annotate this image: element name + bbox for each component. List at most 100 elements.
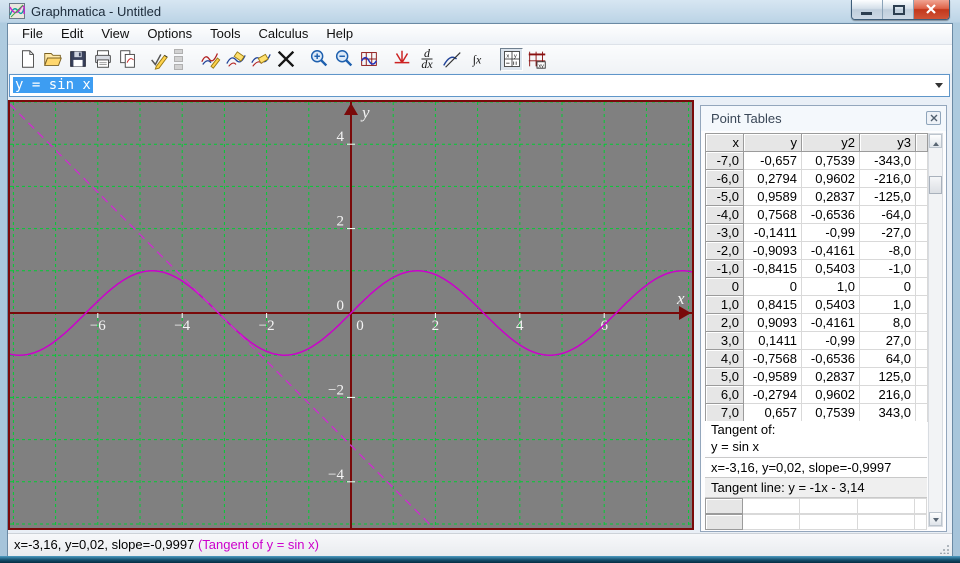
maximize-button[interactable] <box>883 0 914 19</box>
toolbar-grip <box>174 48 183 70</box>
svg-text:xy: xy <box>538 63 544 69</box>
svg-text:4: 4 <box>337 129 345 145</box>
close-button[interactable] <box>914 0 949 19</box>
minimize-button[interactable] <box>852 0 883 19</box>
status-bar: x=-3,16, y=0,02, slope=-0,9997 (Tangent … <box>8 533 952 556</box>
table-row: -6,0 0,2794 0,9602 -216,0 <box>705 169 928 188</box>
table-row: 6,0 -0,2794 0,9602 216,0 <box>705 385 928 404</box>
point-table: x y y2 y3 -7,0 -0,657 0,7539 -343,0 -6,0 0,2794 0… <box>705 133 928 422</box>
check-equations-icon[interactable] <box>147 48 170 71</box>
svg-text:4: 4 <box>516 318 524 334</box>
zoom-out-icon[interactable] <box>332 48 355 71</box>
maximize-icon <box>893 5 905 15</box>
table-row: -4,0 0,7568 -0,6536 -64,0 <box>705 205 928 224</box>
critical-points-icon[interactable] <box>390 48 413 71</box>
draw-tangent-icon[interactable] <box>440 48 463 71</box>
svg-text:−4: −4 <box>328 467 344 483</box>
tangent-line-equation: Tangent line: y = -1x - 3,14 <box>705 477 927 498</box>
table-row: -3,0 -0,1411 -0,99 -27,0 <box>705 223 928 242</box>
point-tables-icon[interactable]: xy <box>500 47 523 71</box>
menu-item-calculus[interactable]: Calculus <box>249 24 317 44</box>
scroll-down-button[interactable] <box>929 512 942 526</box>
status-position: x=-3,16, y=0,02, slope=-0,9997 <box>14 537 198 552</box>
clear-screen-icon[interactable] <box>274 48 297 71</box>
point-table-header: x y y2 y3 <box>705 133 928 152</box>
empty-row <box>705 514 928 530</box>
table-row: 7,0 0,657 0,7539 343,0 <box>705 403 928 422</box>
menu-bar: File Edit View Options Tools Calculus Help <box>8 24 952 45</box>
save-icon[interactable] <box>66 48 89 71</box>
zoom-in-icon[interactable] <box>307 48 330 71</box>
window-title: Graphmatica - Untitled <box>31 4 162 19</box>
svg-text:−2: −2 <box>259 318 275 334</box>
resize-grip[interactable] <box>940 544 950 554</box>
graph-plot: −6 −4 −2 0 2 4 6−4−2024yx <box>10 102 692 528</box>
scrollbar-thumb[interactable] <box>929 176 942 194</box>
erase-graph-icon[interactable] <box>224 48 247 71</box>
window-bottom-edge <box>0 556 960 563</box>
table-row: -7,0 -0,657 0,7539 -343,0 <box>705 151 928 170</box>
menu-item-view[interactable]: View <box>92 24 138 44</box>
point-table-body: -7,0 -0,657 0,7539 -343,0 -6,0 0,2794 0,9602 -2… <box>705 151 928 422</box>
table-row: 5,0 -0,9589 0,2837 125,0 <box>705 367 928 386</box>
panel-header: Point Tables <box>701 106 946 131</box>
tangent-info-block: Tangent of: y = sin x x=-3,16, y=0,02, s… <box>705 421 928 530</box>
tangent-readout: x=-3,16, y=0,02, slope=-0,9997 <box>705 457 927 477</box>
arrow-up-icon <box>933 139 939 146</box>
draw-graph-icon[interactable] <box>199 48 222 71</box>
empty-row <box>705 498 928 514</box>
table-scrollbar[interactable] <box>928 133 943 527</box>
equation-selected-text: y = sin x <box>13 77 93 93</box>
client-area: File Edit View Options Tools Calculus Help d dx… <box>8 24 952 556</box>
menu-item-help[interactable]: Help <box>317 24 362 44</box>
app-icon <box>9 3 25 19</box>
panel-close-button[interactable] <box>926 111 941 125</box>
svg-text:y: y <box>360 103 370 122</box>
svg-text:y: y <box>513 53 516 59</box>
tangent-of-label: Tangent of: <box>705 421 927 438</box>
svg-text:∫x: ∫x <box>471 53 481 67</box>
app-window: Graphmatica - Untitled File Edit View Optio… <box>0 0 960 563</box>
svg-text:−4: −4 <box>174 318 190 334</box>
close-icon <box>926 4 936 14</box>
title-bar: Graphmatica - Untitled <box>0 0 960 23</box>
menu-item-tools[interactable]: Tools <box>201 24 249 44</box>
svg-text:2: 2 <box>337 214 345 230</box>
menu-item-options[interactable]: Options <box>138 24 201 44</box>
equation-combobox[interactable]: y = sin x <box>9 74 950 97</box>
svg-text:x: x <box>506 53 509 59</box>
svg-text:2: 2 <box>432 318 440 334</box>
table-row: 3,0 0,1411 -0,99 27,0 <box>705 331 928 350</box>
redraw-graph-icon[interactable] <box>249 48 272 71</box>
tangent-of-equation: y = sin x <box>705 438 927 455</box>
print-icon[interactable] <box>91 48 114 71</box>
new-file-icon[interactable] <box>16 48 39 71</box>
menu-item-edit[interactable]: Edit <box>52 24 92 44</box>
scroll-up-button[interactable] <box>929 134 942 148</box>
grid-range-icon[interactable] <box>357 48 380 71</box>
table-row: -5,0 0,9589 0,2837 -125,0 <box>705 187 928 206</box>
table-row: -1,0 -0,8415 0,5403 -1,0 <box>705 259 928 278</box>
graph-area[interactable]: −6 −4 −2 0 2 4 6 −4 −2 0 2 4 y x <box>8 100 694 530</box>
arrow-down-icon <box>933 518 939 525</box>
svg-text:−2: −2 <box>328 382 344 398</box>
svg-text:dx: dx <box>421 57 433 70</box>
table-row: 0 0 1,0 0 <box>705 277 928 296</box>
toolbar: d dx ∫x xy xy <box>8 45 952 73</box>
panel-title: Point Tables <box>711 111 782 126</box>
point-tables-panel: Point Tables x y y2 y3 -7,0 -0,657 0,7539 -343… <box>700 105 947 532</box>
integrate-icon[interactable]: ∫x <box>465 48 488 71</box>
open-file-icon[interactable] <box>41 48 64 71</box>
copy-icon[interactable] <box>116 48 139 71</box>
combo-dropdown-icon[interactable] <box>935 83 943 92</box>
svg-text:0: 0 <box>337 298 345 314</box>
table-row: 2,0 0,9093 -0,4161 8,0 <box>705 313 928 332</box>
derivative-icon[interactable]: d dx <box>415 48 438 71</box>
plot-points-icon[interactable]: xy <box>525 48 548 71</box>
minimize-icon <box>861 12 872 15</box>
menu-item-file[interactable]: File <box>13 24 52 44</box>
svg-text:6: 6 <box>600 318 608 334</box>
table-row: 4,0 -0,7568 -0,6536 64,0 <box>705 349 928 368</box>
equation-input[interactable]: y = sin x <box>13 76 93 95</box>
panel-close-icon <box>930 114 937 122</box>
